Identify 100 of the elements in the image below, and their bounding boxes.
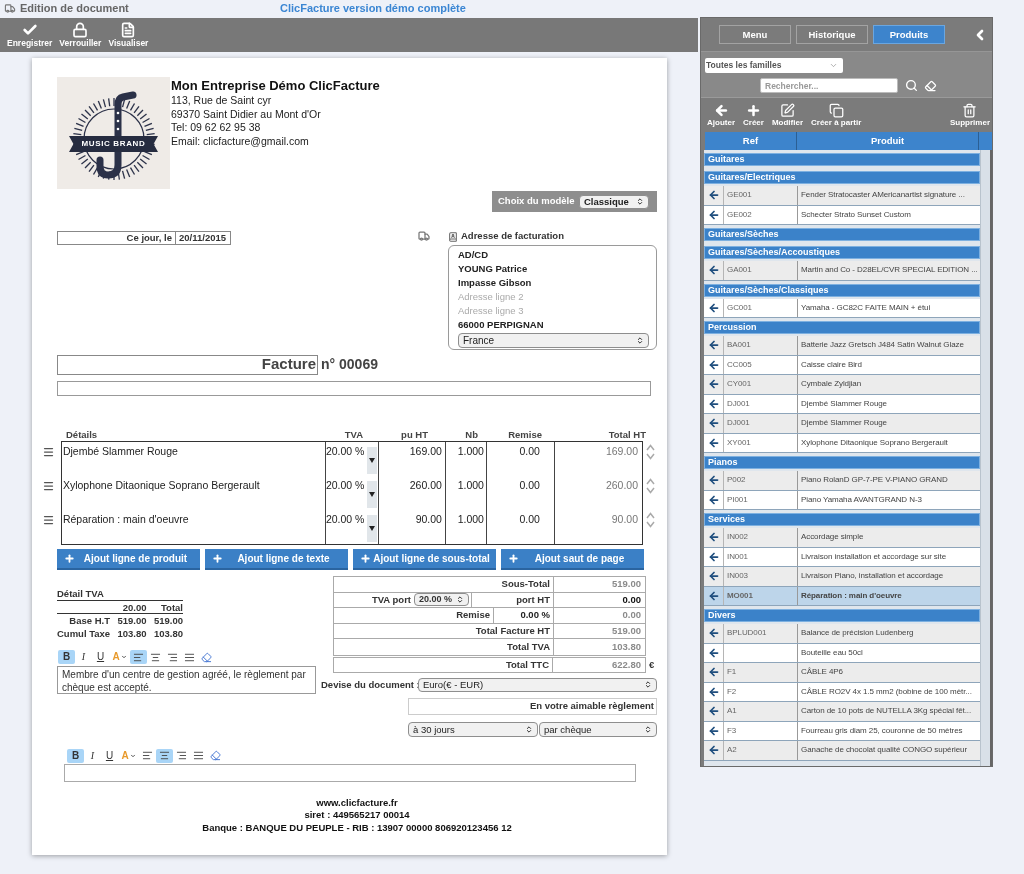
document-type-field[interactable]: Facture [57,354,318,375]
format-button[interactable]: I [84,748,101,763]
toolbar-button[interactable]: Verrouiller [59,22,102,49]
toolbar-button[interactable]: Visualiser [108,22,149,49]
format-button[interactable]: U [92,650,109,664]
vat-select[interactable]: 20.00 % [325,442,379,476]
align-button[interactable] [156,748,173,763]
table-cell[interactable]: Réparation : main d'oeuvre [62,513,189,525]
address-line[interactable]: Impasse Gibson [458,275,532,291]
table-cell[interactable]: 1.000 [457,513,484,525]
vat-select[interactable]: 20.00 % [325,476,379,510]
product-row[interactable]: CC005 Caisse claire Bird [704,355,980,375]
product-row[interactable]: F2 CÂBLE RO2V 4x 1.5 mm2 (bobine de 100 mètr... [704,682,980,702]
product-row[interactable]: PI001 Piano Yamaha AVANTGRAND N-3 [704,490,980,510]
arrow-left-icon[interactable] [707,264,720,277]
notes-field[interactable]: Membre d'un centre de gestion agréé, le règlement par chèque est accepté. [57,666,316,694]
arrow-left-icon[interactable] [707,550,720,563]
product-row[interactable]: DJ001 Djembé Slammer Rouge [704,394,980,414]
payment-term-select[interactable]: à 30 jours [408,721,538,737]
table-cell[interactable]: Xylophone Ditaonique Soprano Bergerault [62,479,260,491]
clear-format-button[interactable] [207,748,224,763]
address-book-icon[interactable] [448,230,458,243]
table-cell[interactable]: 0.00 [519,445,540,457]
truck-icon[interactable] [415,230,433,242]
payment-method-select[interactable]: par chèque [539,721,657,737]
address-line[interactable]: 66000 PERPIGNAN [458,317,544,333]
arrow-left-icon[interactable] [707,417,720,430]
arrow-left-icon[interactable] [707,189,720,202]
align-button[interactable] [130,650,147,664]
discount-field[interactable]: 0.00 % [520,609,550,622]
product-row[interactable]: P002 Piano RolanD GP-7-PE V-PIANO GRAND [704,471,980,491]
action-button[interactable]: Supprimer [950,103,990,128]
scrollbar[interactable] [980,150,992,766]
product-row[interactable]: XY001 Xylophone Ditaonique Soprano Bergerault [704,433,980,453]
payment-note-field[interactable]: En votre aimable règlement [408,697,657,715]
product-row[interactable]: DJ001 Djembé Slammer Rouge [704,414,980,434]
product-row[interactable]: F1 CÂBLE 4P6 [704,663,980,683]
address-line-field[interactable]: Adresse ligne 2 [458,290,638,304]
product-row[interactable]: GE002 Schecter Strato Sunset Custom [704,205,980,225]
product-row[interactable]: A2 Ganache de chocolat qualité CONGO supérieur [704,741,980,761]
country-select[interactable]: France [458,333,649,348]
panel-tab[interactable]: Produits [873,25,945,44]
address-line-field[interactable]: Adresse ligne 3 [458,304,638,318]
arrow-left-icon[interactable] [707,493,720,506]
arrow-left-icon[interactable] [707,570,720,583]
toolbar-button[interactable]: Enregistrer [7,22,53,49]
arrow-left-icon[interactable] [707,744,720,757]
product-row[interactable]: F3 Fourreau gris diam 25, couronne de 50 mètres [704,721,980,741]
product-row[interactable]: A1 Carton de 10 pots de NUTELLA 3Kg spécial fêt... [704,702,980,722]
add-line-button[interactable]: Ajout ligne de texte [205,549,348,570]
table-cell[interactable]: 0.00 [519,479,540,491]
drag-handle-icon[interactable] [42,514,55,526]
table-cell[interactable]: 260.00 [409,479,442,491]
table-cell[interactable]: 90.00 [415,513,442,525]
arrow-left-icon[interactable] [707,646,720,659]
drag-handle-icon[interactable] [42,446,55,458]
drag-handle-icon[interactable] [42,480,55,492]
product-row[interactable]: CY001 Cymbale Zyldjian [704,375,980,395]
subject-field[interactable] [57,381,651,396]
arrow-left-icon[interactable] [707,531,720,544]
arrow-left-icon[interactable] [707,666,720,679]
template-select[interactable]: Classique [579,194,649,209]
clear-format-button[interactable] [198,650,215,664]
format-button[interactable]: B [67,748,84,763]
product-row[interactable]: IN001 Livraison installation et accordage sur site [704,547,980,567]
arrow-left-icon[interactable] [707,208,720,221]
product-row[interactable]: GE001 Fender Stratocaster AMericanartist signature ... [704,186,980,206]
add-line-button[interactable]: Ajout ligne de sous-total [353,549,496,570]
action-button[interactable]: Créer [743,103,764,128]
arrow-left-icon[interactable] [707,474,720,487]
family-select[interactable]: Toutes les familles [705,58,843,73]
add-line-button[interactable]: Ajout ligne de produit [57,549,200,570]
shipping-field[interactable]: 0.00 [622,593,641,605]
table-cell[interactable]: Djembé Slammer Rouge [62,445,178,457]
product-row[interactable]: GA001 Martin and Co - D28EL/CVR SPECIAL EDITION ... [704,261,980,281]
product-row[interactable]: IN002 Accordage simple [704,528,980,548]
product-row[interactable]: BPLUD001 Balance de précision Ludenberg [704,624,980,644]
action-button[interactable]: Créer à partir [811,103,862,128]
panel-tab[interactable]: Historique [796,25,868,44]
product-row[interactable]: Bouteille eau 50cl [704,643,980,663]
arrow-left-icon[interactable] [707,339,720,352]
add-line-button[interactable]: Ajout saut de page [501,549,644,570]
format-button[interactable]: B [58,650,75,664]
address-line[interactable]: AD/CD [458,247,489,263]
format-button[interactable]: I [75,650,92,664]
product-row[interactable]: MO001 Réparation : main d'oeuvre [704,586,980,606]
date-field[interactable]: Ce jour, le 20/11/2015 [57,231,231,245]
search-icon[interactable] [905,79,918,92]
table-cell[interactable]: 1.000 [457,445,484,457]
footer-text-field[interactable] [64,763,636,782]
arrow-left-icon[interactable] [707,627,720,640]
action-button[interactable]: Ajouter [707,103,735,128]
product-row[interactable]: BA001 Batterie Jazz Gretsch J484 Satin Walnut Glaze [704,336,980,356]
table-cell[interactable]: 1.000 [457,479,484,491]
eraser-icon[interactable] [924,79,937,92]
panel-tab[interactable]: Menu [719,25,791,44]
product-row[interactable]: IN003 Livraison Piano, installation et accordage [704,567,980,587]
arrow-left-icon[interactable] [707,301,720,314]
arrow-left-icon[interactable] [707,705,720,718]
product-row[interactable]: GC001 Yamaha - GC82C FAITE MAIN + étui [704,298,980,318]
